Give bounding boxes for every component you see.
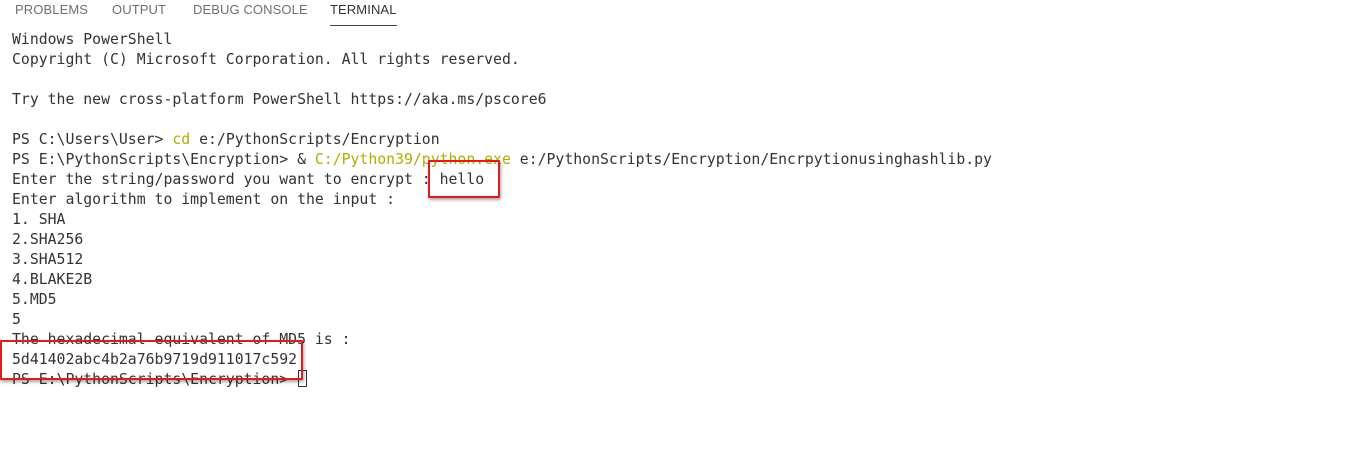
tab-problems[interactable]: PROBLEMS bbox=[15, 2, 88, 26]
algo-option-md5: 5.MD5 bbox=[12, 291, 57, 308]
terminal-line-choice: 5 bbox=[12, 311, 21, 328]
terminal-line-result-hash: 5d41402abc4b2a76b9719d911017c592 bbox=[0, 340, 1342, 380]
command-name: cd bbox=[172, 131, 191, 148]
terminal-line-pscore-hint: Try the new cross-platform PowerShell ht… bbox=[12, 91, 547, 108]
terminal-output[interactable]: Windows PowerShell Copyright (C) Microso… bbox=[0, 30, 1342, 460]
algo-option-sha512: 3.SHA512 bbox=[12, 251, 84, 268]
terminal-line-input-prompt: Enter the string/password you want to en… bbox=[12, 160, 1342, 198]
tab-output[interactable]: OUTPUT bbox=[112, 2, 166, 26]
terminal-line-algo-prompt: Enter algorithm to implement on the inpu… bbox=[12, 191, 396, 208]
terminal-line-python-command: PS E:\PythonScripts\Encryption> & C:/Pyt… bbox=[12, 150, 1342, 170]
algo-option-sha256: 2.SHA256 bbox=[12, 231, 84, 248]
tab-terminal[interactable]: TERMINAL bbox=[330, 2, 397, 26]
command-args: e:/PythonScripts/Encryption/Encrpytionus… bbox=[510, 151, 992, 168]
tab-debug-console[interactable]: DEBUG CONSOLE bbox=[193, 2, 308, 26]
algo-option-blake2b: 4.BLAKE2B bbox=[12, 271, 93, 288]
prompt: PS E:\PythonScripts\Encryption> & bbox=[12, 151, 315, 168]
panel-tab-bar: PROBLEMS OUTPUT DEBUG CONSOLE TERMINAL bbox=[0, 0, 1352, 28]
terminal-line-header: Windows PowerShell bbox=[12, 31, 173, 48]
highlighted-md5-hash: 5d41402abc4b2a76b9719d911017c592 bbox=[0, 340, 304, 380]
terminal-line-copyright: Copyright (C) Microsoft Corporation. All… bbox=[12, 51, 520, 68]
command-args: e:/PythonScripts/Encryption bbox=[190, 131, 440, 148]
input-prompt-text: Enter the string/password you want to en… bbox=[12, 171, 440, 188]
terminal-line-cd-command: PS C:\Users\User> cd e:/PythonScripts/En… bbox=[12, 130, 1342, 150]
prompt: PS C:\Users\User> bbox=[12, 131, 173, 148]
algo-option-sha: 1. SHA bbox=[12, 211, 66, 228]
highlighted-input-value: hello bbox=[427, 160, 500, 198]
